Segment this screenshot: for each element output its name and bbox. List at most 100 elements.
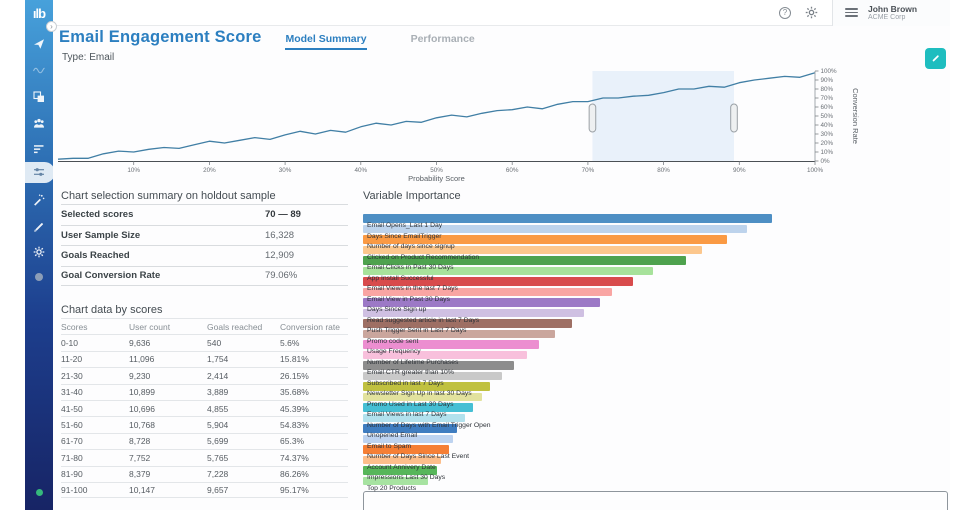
y-axis-label: Conversion Rate bbox=[851, 88, 860, 144]
table-cell: 1,754 bbox=[207, 354, 229, 365]
settings-gear-icon[interactable] bbox=[798, 0, 824, 26]
importance-bar-label: Number of Lifetime Purchases bbox=[367, 358, 459, 366]
importance-bar-label: Days Since EmailTrigger bbox=[367, 232, 442, 240]
svg-text:80%: 80% bbox=[821, 86, 834, 93]
table-cell: 7,752 bbox=[129, 452, 151, 463]
table-cell: 54.83% bbox=[280, 420, 309, 431]
wave-chart-icon[interactable] bbox=[25, 60, 53, 80]
table-cell: 81-90 bbox=[61, 469, 83, 480]
selected-score-region[interactable] bbox=[592, 71, 735, 162]
importance-bar-label: Email Views in last 7 Days bbox=[367, 411, 447, 418]
importance-bar-label: Number of Days Since Last Event bbox=[367, 453, 469, 460]
importance-bar-row: Email Views in the last 7 Days bbox=[363, 277, 950, 292]
svg-text:90%: 90% bbox=[821, 77, 834, 84]
importance-bar-label: Number of days since signup bbox=[367, 243, 455, 250]
bottom-panel-partial bbox=[363, 491, 948, 510]
variable-importance-chart: Email Opens_Last 1 Day Days Since EmailTr… bbox=[363, 214, 950, 492]
importance-bar-label: Number of Days with Email Trigger Open bbox=[367, 421, 491, 429]
table-row: 51-60 10,768 5,904 54.83% bbox=[61, 416, 348, 432]
svg-text:40%: 40% bbox=[821, 122, 834, 129]
user-name: John Brown bbox=[868, 3, 918, 14]
table-row: 61-70 8,728 5,699 65.3% bbox=[61, 432, 348, 449]
summary-row: Selected scores 70 — 89 bbox=[61, 204, 348, 225]
svg-text:10%: 10% bbox=[821, 149, 834, 156]
page-title: Email Engagement Score bbox=[59, 28, 262, 46]
table-row: 31-40 10,899 3,889 35.68% bbox=[61, 383, 348, 400]
table-row: 81-90 8,379 7,228 86.26% bbox=[61, 465, 348, 482]
connection-status-dot bbox=[36, 489, 43, 496]
table-cell: 8,728 bbox=[129, 436, 151, 447]
top-bar: ? John Brown ACME Corp bbox=[53, 0, 950, 26]
status-circle-icon[interactable] bbox=[25, 267, 53, 287]
table-row: 71-80 7,752 5,765 74.37% bbox=[61, 449, 348, 465]
summary-row: User Sample Size 16,328 bbox=[61, 224, 348, 246]
importance-bar-label: Push Trigger Sent in Last 7 Days bbox=[367, 327, 467, 334]
table-cell: 5.6% bbox=[280, 338, 300, 349]
importance-bar-label: Clicked on Product Recommendation bbox=[367, 253, 480, 261]
importance-bar-row: Number of Lifetime Purchases bbox=[363, 350, 950, 366]
importance-bar-label: Newsletter Sign Up in last 30 Days bbox=[367, 390, 472, 397]
svg-text:0%: 0% bbox=[821, 158, 831, 165]
importance-bar-row: Email to Spam bbox=[363, 434, 950, 450]
importance-bar-row: Top 20 Products bbox=[363, 476, 950, 492]
pencil-icon[interactable] bbox=[25, 217, 53, 237]
audience-icon[interactable] bbox=[25, 113, 53, 133]
svg-text:10%: 10% bbox=[127, 167, 140, 174]
table-cell: 9,657 bbox=[207, 485, 229, 496]
importance-bar-label: Subscribed in last 7 Days bbox=[367, 379, 444, 387]
importance-bar-label: Impressions Last 30 Days bbox=[367, 474, 446, 481]
svg-text:20%: 20% bbox=[821, 140, 834, 147]
scores-table-heading: Chart data by scores bbox=[61, 304, 163, 316]
tab-model-summary[interactable]: Model Summary bbox=[285, 33, 367, 50]
summary-row: Goals Reached 12,909 bbox=[61, 245, 348, 266]
svg-text:50%: 50% bbox=[821, 113, 834, 120]
svg-text:80%: 80% bbox=[657, 167, 670, 174]
send-icon[interactable] bbox=[25, 34, 53, 54]
range-handle-left[interactable] bbox=[588, 103, 597, 133]
help-icon[interactable]: ? bbox=[772, 0, 798, 26]
importance-bar-label: Account Annivery Date bbox=[367, 463, 436, 471]
importance-bar-label: Promo code sent bbox=[367, 337, 419, 345]
table-cell: 71-80 bbox=[61, 452, 83, 463]
importance-bar-row: Number of days since signup bbox=[363, 235, 950, 250]
selection-summary-table: Selected scores 70 — 89 User Sample Size 16… bbox=[61, 204, 348, 286]
importance-bar-label: Days Since Sign up bbox=[367, 306, 427, 313]
column-header: Goals reached bbox=[207, 321, 263, 332]
tab-performance[interactable]: Performance bbox=[411, 33, 475, 48]
magic-wand-icon[interactable] bbox=[25, 190, 53, 210]
edit-selection-button[interactable] bbox=[925, 48, 946, 69]
svg-text:40%: 40% bbox=[354, 167, 367, 174]
svg-text:70%: 70% bbox=[821, 95, 834, 102]
user-menu[interactable]: John Brown ACME Corp bbox=[832, 0, 950, 26]
table-row: 41-50 10,696 4,855 45.39% bbox=[61, 399, 348, 416]
importance-bar-label: Email Views in the last 7 Days bbox=[367, 285, 458, 292]
range-handle-right[interactable] bbox=[730, 103, 738, 133]
summary-row: Goal Conversion Rate 79.06% bbox=[61, 265, 348, 286]
gear-icon[interactable] bbox=[25, 242, 53, 262]
svg-text:50%: 50% bbox=[430, 167, 443, 174]
table-cell: 5,765 bbox=[207, 452, 229, 463]
table-cell: 8,379 bbox=[129, 469, 151, 480]
table-cell: 41-50 bbox=[61, 403, 83, 414]
table-cell: 9,636 bbox=[129, 338, 151, 349]
importance-bar-label: Unopened Email bbox=[367, 432, 418, 439]
importance-bar-label: App Install Successful bbox=[367, 274, 434, 282]
table-cell: 91-100 bbox=[61, 485, 88, 496]
table-cell: 10,696 bbox=[129, 403, 155, 414]
app-frame: ılb › ? John Brown ACME Corp Email Engag… bbox=[25, 0, 950, 510]
svg-text:100%: 100% bbox=[821, 68, 838, 75]
table-row: 0-10 9,636 540 5.6% bbox=[61, 334, 348, 350]
svg-text:70%: 70% bbox=[582, 167, 595, 174]
svg-text:60%: 60% bbox=[506, 167, 519, 174]
sliders-icon[interactable] bbox=[25, 162, 53, 182]
svg-text:100%: 100% bbox=[807, 167, 824, 174]
importance-bar-label: Email Opens_Last 1 Day bbox=[367, 222, 443, 229]
svg-text:30%: 30% bbox=[821, 131, 834, 138]
filter-list-icon[interactable] bbox=[25, 139, 53, 159]
importance-bar-row: Usage Frequency bbox=[363, 340, 950, 355]
sidebar-collapse-button[interactable]: › bbox=[46, 21, 57, 32]
table-cell: 10,899 bbox=[129, 387, 155, 398]
copy-icon[interactable] bbox=[25, 87, 53, 107]
table-cell: 11-20 bbox=[61, 354, 83, 365]
importance-bar-label: Top 20 Products bbox=[367, 484, 417, 492]
